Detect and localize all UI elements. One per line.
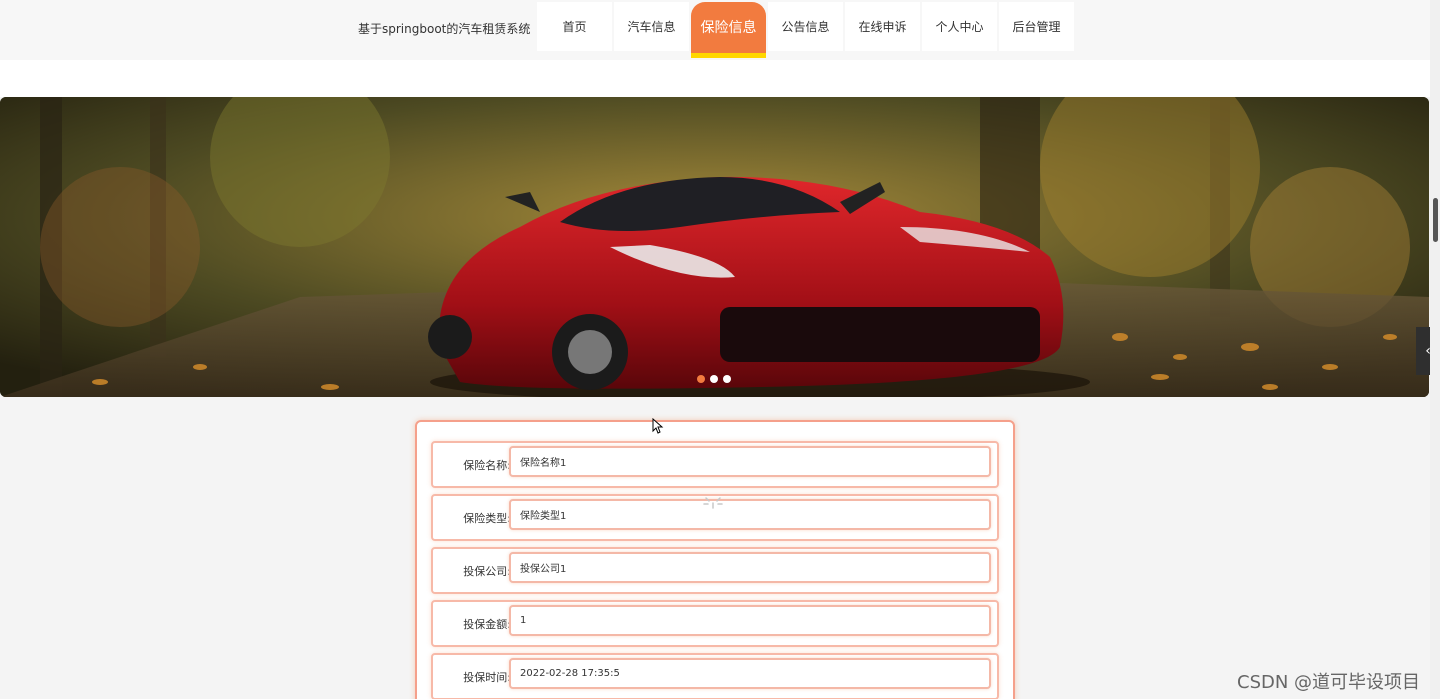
carousel-indicators [697, 375, 731, 383]
form-row-insurance-name: 保险名称: [431, 441, 999, 488]
loading-spinner-icon [703, 495, 723, 515]
main-nav: 首页 汽车信息 保险信息 公告信息 在线申诉 个人中心 后台管理 [537, 2, 1074, 58]
header-spacer [0, 60, 1430, 97]
carousel-dot-1[interactable] [697, 375, 705, 383]
form-row-insured-time: 投保时间: [431, 653, 999, 699]
mouse-pointer-icon [652, 417, 664, 438]
field-label: 投保公司: [463, 564, 511, 578]
banner-car-image [0, 97, 1429, 397]
field-label: 保险名称: [463, 458, 511, 472]
field-label: 投保金额: [463, 617, 511, 631]
nav-item-insurance-info[interactable]: 保险信息 [691, 2, 766, 58]
field-label: 保险类型: [463, 511, 511, 525]
carousel-dot-3[interactable] [723, 375, 731, 383]
insured-time-field[interactable] [509, 658, 991, 689]
site-title: 基于springboot的汽车租赁系统 [358, 22, 531, 36]
form-row-insured-amount: 投保金额: [431, 600, 999, 647]
scrollbar-thumb[interactable] [1433, 198, 1438, 242]
top-header: 基于springboot的汽车租赁系统 首页 汽车信息 保险信息 公告信息 在线… [0, 0, 1440, 60]
watermark-text: CSDN @道可毕设项目 [1237, 672, 1421, 693]
insurer-field[interactable] [509, 552, 991, 583]
nav-item-admin[interactable]: 后台管理 [999, 2, 1074, 51]
nav-item-car-info[interactable]: 汽车信息 [614, 2, 689, 51]
page-scrollbar[interactable] [1430, 0, 1440, 699]
insured-amount-field[interactable] [509, 605, 991, 636]
insurance-detail-form: 保险名称: 保险类型: 投保公司: 投保金额: 投保时间: [415, 420, 1015, 699]
field-label: 投保时间: [463, 670, 511, 684]
insurance-type-field[interactable] [509, 499, 991, 530]
nav-item-announcements[interactable]: 公告信息 [768, 2, 843, 51]
nav-item-online-complaint[interactable]: 在线申诉 [845, 2, 920, 51]
form-row-insurer: 投保公司: [431, 547, 999, 594]
insurance-name-field[interactable] [509, 446, 991, 477]
nav-item-personal-center[interactable]: 个人中心 [922, 2, 997, 51]
nav-item-home[interactable]: 首页 [537, 2, 612, 51]
banner-carousel[interactable] [0, 97, 1429, 397]
carousel-dot-2[interactable] [710, 375, 718, 383]
